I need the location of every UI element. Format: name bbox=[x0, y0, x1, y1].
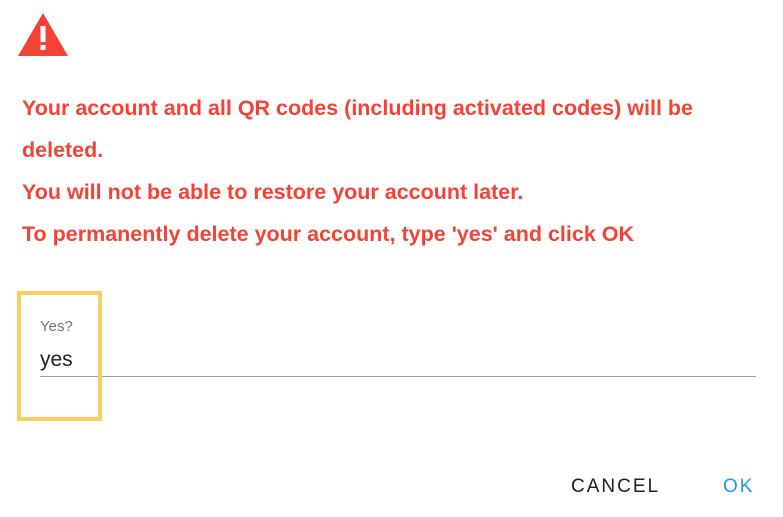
warning-icon bbox=[18, 13, 68, 56]
cancel-button[interactable]: CANCEL bbox=[571, 472, 660, 502]
ok-button[interactable]: OK bbox=[723, 472, 754, 502]
confirm-field: Yes? bbox=[40, 316, 756, 384]
confirm-field-label: Yes? bbox=[40, 318, 73, 335]
confirm-input[interactable] bbox=[40, 344, 756, 377]
message-line: To permanently delete your account, type… bbox=[22, 222, 635, 246]
delete-warning-message: Your account and all QR codes (including… bbox=[22, 87, 762, 255]
message-line: You will not be able to restore your acc… bbox=[22, 180, 524, 204]
message-line: Your account and all QR codes (including… bbox=[22, 96, 694, 120]
message-line: deleted. bbox=[22, 138, 104, 162]
